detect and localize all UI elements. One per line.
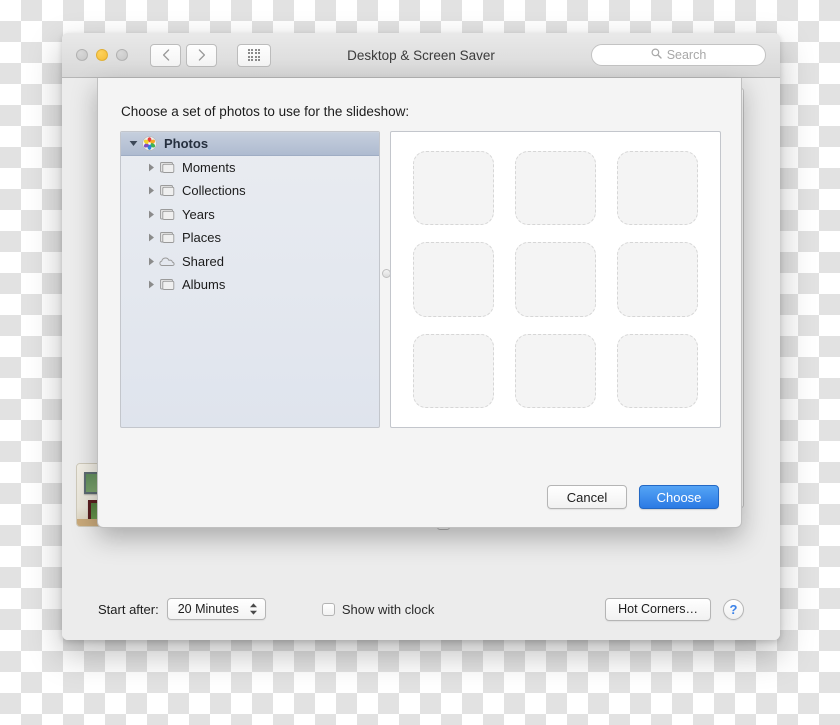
- choose-photos-sheet: Choose a set of photos to use for the sl…: [97, 78, 742, 528]
- start-after-label: Start after:: [98, 601, 159, 617]
- source-list-item-places[interactable]: Places: [121, 226, 379, 250]
- photos-source-list[interactable]: Photos Moments Collections Years Places …: [120, 131, 380, 428]
- triangle-right-icon[interactable]: [145, 210, 158, 219]
- folder-icon: [158, 231, 176, 244]
- triangle-down-icon[interactable]: [127, 140, 140, 147]
- start-after-popup-button[interactable]: 20 Minutes: [166, 598, 266, 620]
- photo-thumbnail-grid[interactable]: [390, 131, 721, 428]
- source-list-item-label: Collections: [182, 183, 246, 199]
- triangle-right-icon[interactable]: [145, 257, 158, 266]
- show-all-button[interactable]: [237, 43, 271, 67]
- folder-icon: [158, 161, 176, 174]
- source-list-item-label: Years: [182, 206, 215, 222]
- photos-pinwheel-icon: [140, 136, 158, 152]
- chevron-right-icon: [198, 49, 206, 61]
- folder-icon: [158, 278, 176, 291]
- photo-placeholder-tile[interactable]: [515, 151, 596, 226]
- source-list-item-label: Shared: [182, 253, 224, 269]
- triangle-right-icon[interactable]: [145, 163, 158, 172]
- triangle-right-icon[interactable]: [145, 186, 158, 195]
- preferences-bottom-bar: Start after: 20 Minutes Show with clock …: [62, 578, 780, 640]
- minimize-button[interactable]: [96, 49, 108, 61]
- stepper-updown-icon: [249, 603, 258, 615]
- source-list-item-label: Albums: [182, 277, 226, 293]
- search-placeholder: Search: [666, 48, 707, 62]
- chevron-left-icon: [162, 49, 170, 61]
- search-icon: [651, 46, 662, 64]
- sheet-button-group: Cancel Choose: [547, 485, 719, 509]
- photo-placeholder-tile[interactable]: [617, 242, 698, 317]
- help-button[interactable]: ?: [723, 598, 744, 620]
- traffic-light-group: [76, 49, 128, 61]
- search-input[interactable]: Search: [591, 44, 766, 66]
- triangle-right-icon[interactable]: [145, 233, 158, 242]
- photo-placeholder-tile[interactable]: [413, 151, 494, 226]
- back-button[interactable]: [150, 43, 181, 67]
- preferences-pane-body: Shuffle slide order Start after: 20 Minu…: [62, 78, 780, 640]
- grid-dots-icon: [247, 48, 261, 62]
- forward-button[interactable]: [186, 43, 217, 67]
- source-list-item-label: Moments: [182, 159, 236, 175]
- source-list-item-label: Places: [182, 230, 222, 246]
- zoom-button[interactable]: [116, 49, 128, 61]
- source-list-item-years[interactable]: Years: [121, 203, 379, 227]
- cancel-button[interactable]: Cancel: [547, 485, 627, 509]
- window-toolbar: Desktop & Screen Saver Search: [62, 33, 780, 78]
- source-list-item-shared[interactable]: Shared: [121, 250, 379, 274]
- photo-placeholder-tile[interactable]: [617, 151, 698, 226]
- hot-corners-button[interactable]: Hot Corners…: [605, 597, 711, 621]
- folder-icon: [158, 184, 176, 197]
- show-with-clock-label: Show with clock: [341, 601, 435, 617]
- triangle-right-icon[interactable]: [145, 280, 158, 289]
- photo-placeholder-tile[interactable]: [515, 333, 596, 408]
- photo-placeholder-tile[interactable]: [617, 333, 698, 408]
- photo-placeholder-tile[interactable]: [515, 242, 596, 317]
- source-list-item-label: Photos: [164, 136, 209, 152]
- sheet-title: Choose a set of photos to use for the sl…: [121, 104, 410, 119]
- photo-placeholder-tile[interactable]: [413, 333, 494, 408]
- close-button[interactable]: [76, 49, 88, 61]
- system-preferences-window: Desktop & Screen Saver Search Start afte…: [62, 33, 780, 640]
- start-after-value: 20 Minutes: [177, 602, 239, 616]
- show-with-clock-checkbox[interactable]: [321, 602, 335, 616]
- source-list-item-collections[interactable]: Collections: [121, 179, 379, 203]
- photo-placeholder-tile[interactable]: [413, 242, 494, 317]
- cloud-icon: [158, 255, 176, 267]
- navigation-button-group: [150, 43, 271, 67]
- choose-button[interactable]: Choose: [639, 485, 719, 509]
- source-list-item-moments[interactable]: Moments: [121, 156, 379, 180]
- folder-icon: [158, 208, 176, 221]
- source-list-item-albums[interactable]: Albums: [121, 273, 379, 297]
- source-list-item-photos[interactable]: Photos: [121, 132, 379, 156]
